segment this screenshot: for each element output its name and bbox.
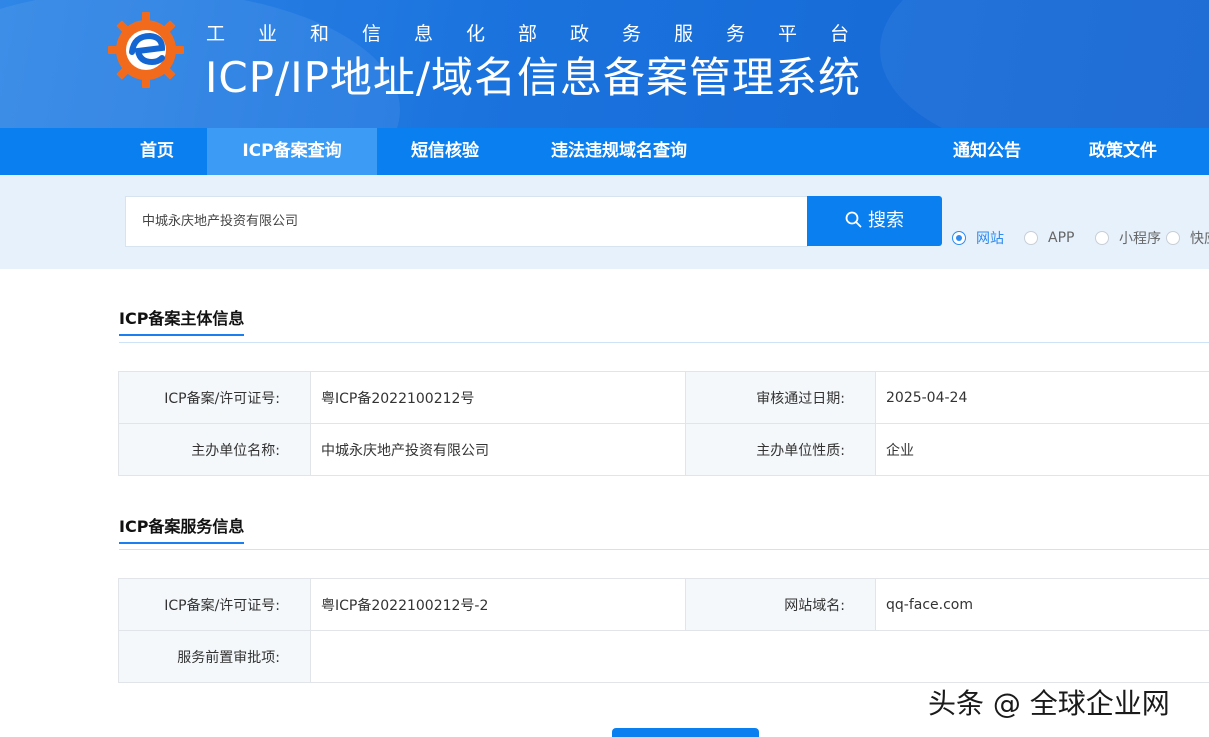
search-button[interactable]: 搜索 <box>807 196 942 246</box>
section-divider <box>119 342 1209 343</box>
table-row: ICP备案/许可证号: 粤ICP备2022100212号 审核通过日期: 202… <box>118 371 1209 424</box>
nav-item-illegal-domain-query[interactable]: 违法违规域名查询 <box>528 128 710 175</box>
website-domain-value: qq-face.com <box>875 578 1209 631</box>
type-radio-app[interactable]: APP <box>1024 228 1074 248</box>
search-icon <box>845 211 862 228</box>
page-title: ICP/IP地址/域名信息备案管理系统 <box>205 53 862 102</box>
nav-item-icp-query[interactable]: ICP备案查询 <box>207 128 377 175</box>
main-nav: 首页 ICP备案查询 短信核验 违法违规域名查询 通知公告 政策文件 <box>0 128 1209 175</box>
nav-item-notices[interactable]: 通知公告 <box>932 128 1042 175</box>
nav-item-home[interactable]: 首页 <box>117 128 197 175</box>
table-row: 主办单位名称: 中城永庆地产投资有限公司 主办单位性质: 企业 <box>118 423 1209 476</box>
type-radio-label: 快应 <box>1190 231 1209 247</box>
radio-dot-icon <box>1024 231 1038 245</box>
pre-approval-items-value <box>310 630 1209 683</box>
license-number-value: 粤ICP备2022100212号 <box>310 371 686 424</box>
service-license-number-value: 粤ICP备2022100212号-2 <box>310 578 686 631</box>
section-divider <box>119 549 1209 550</box>
type-radio-mini-program[interactable]: 小程序 <box>1095 228 1161 248</box>
type-radio-label: APP <box>1048 230 1075 246</box>
service-info-table: ICP备案/许可证号: 粤ICP备2022100212号-2 网站域名: qq-… <box>118 578 1209 683</box>
table-row: 服务前置审批项: <box>118 630 1209 683</box>
field-label: ICP备案/许可证号: <box>118 578 311 631</box>
nav-item-policy-files[interactable]: 政策文件 <box>1068 128 1178 175</box>
approval-date-value: 2025-04-24 <box>875 371 1209 424</box>
type-radio-quick-app[interactable]: 快应 <box>1166 228 1209 248</box>
radio-dot-icon <box>1095 231 1109 245</box>
section-title-service-info: ICP备案服务信息 <box>119 513 245 544</box>
bottom-action-button[interactable] <box>612 728 759 737</box>
subject-info-table: ICP备案/许可证号: 粤ICP备2022100212号 审核通过日期: 202… <box>118 371 1209 476</box>
radio-dot-icon <box>952 231 966 245</box>
section-title-subject-info: ICP备案主体信息 <box>119 305 245 336</box>
table-row: ICP备案/许可证号: 粤ICP备2022100212号-2 网站域名: qq-… <box>118 578 1209 631</box>
field-label: 主办单位名称: <box>118 423 311 476</box>
type-radio-website[interactable]: 网站 <box>952 228 1004 248</box>
radio-dot-icon <box>1166 231 1180 245</box>
field-label: 主办单位性质: <box>685 423 876 476</box>
watermark-text: 头条 @ 全球企业网 <box>928 687 1170 720</box>
miit-logo-icon <box>108 12 184 88</box>
field-label: 审核通过日期: <box>685 371 876 424</box>
search-input[interactable]: 中城永庆地产投资有限公司 <box>125 196 808 247</box>
field-label: 网站域名: <box>685 578 876 631</box>
search-button-label: 搜索 <box>868 210 904 231</box>
search-area: 中城永庆地产投资有限公司 搜索 网站 APP 小程序 快应 <box>0 175 1209 269</box>
header-banner: 工业和信息化部政务服务平台 ICP/IP地址/域名信息备案管理系统 <box>0 0 1209 128</box>
field-label: 服务前置审批项: <box>118 630 311 683</box>
nav-item-sms-verify[interactable]: 短信核验 <box>390 128 500 175</box>
organizer-type-value: 企业 <box>875 423 1209 476</box>
platform-subtitle: 工业和信息化部政务服务平台 <box>206 23 883 45</box>
field-label: ICP备案/许可证号: <box>118 371 311 424</box>
type-radio-label: 网站 <box>976 231 1004 247</box>
type-radio-label: 小程序 <box>1119 231 1161 247</box>
organizer-name-value: 中城永庆地产投资有限公司 <box>310 423 686 476</box>
